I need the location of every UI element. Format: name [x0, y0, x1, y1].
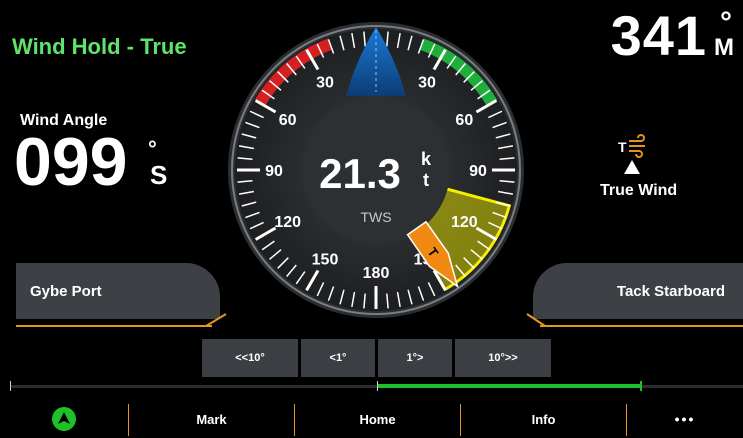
navigation-arrow-icon	[52, 407, 76, 431]
wind-gauge: 306090120150180306090120150 T 21.3 k t T…	[228, 22, 524, 318]
port-angle-label: 120	[274, 214, 301, 231]
port-angle-label: 150	[312, 251, 339, 268]
tws-unit-bottom: t	[423, 170, 429, 190]
gybe-port-button[interactable]: Gybe Port	[16, 263, 220, 319]
port-angle-label: 180	[363, 265, 390, 282]
gybe-underline	[16, 325, 212, 327]
true-wind-label: True Wind	[600, 182, 678, 199]
step-stbd-10-button[interactable]: 10°>>	[455, 339, 551, 377]
mode-title: Wind Hold - True	[12, 34, 187, 59]
heading-reference: M	[714, 34, 735, 61]
wind-angle-degree: °	[148, 136, 157, 161]
rudder-bar-tick-center	[377, 381, 378, 391]
port-angle-label: 60	[279, 112, 297, 129]
true-wind-icon[interactable]: T	[612, 134, 652, 184]
rudder-bar-fill	[378, 384, 640, 388]
tws-unit-top: k	[421, 149, 432, 169]
starboard-angle-label: 60	[455, 112, 473, 129]
starboard-angle-label: 120	[451, 214, 478, 231]
tack-starboard-button[interactable]: Tack Starboard	[533, 263, 743, 319]
step-port-10-button[interactable]: <<10°	[202, 339, 298, 377]
port-angle-label: 30	[316, 75, 334, 92]
tack-starboard-label: Tack Starboard	[616, 282, 725, 300]
port-angle-label: 90	[265, 163, 283, 180]
rudder-bar-tick-left	[10, 381, 11, 391]
step-stbd-1-button[interactable]: 1°>	[378, 339, 452, 377]
heading-value: 341	[610, 4, 707, 67]
nav-mark-button[interactable]: Mark	[129, 400, 294, 438]
starboard-angle-label: 30	[418, 75, 436, 92]
wind-angle-side: S	[150, 160, 168, 190]
gybe-port-label: Gybe Port	[30, 282, 102, 300]
gybe-corner	[206, 313, 227, 327]
rudder-bar-tick-right	[640, 381, 642, 391]
heading-readout: 341 ° M	[611, 8, 737, 64]
step-port-1-button[interactable]: <1°	[301, 339, 375, 377]
tack-corner	[526, 313, 546, 327]
wind-angle-value: 099	[14, 124, 128, 200]
tws-label: TWS	[360, 209, 391, 225]
tws-value: 21.3	[319, 150, 401, 197]
nav-more-button[interactable]: •••	[627, 400, 743, 438]
nav-home-button[interactable]: Home	[295, 400, 460, 438]
svg-text:T: T	[618, 139, 627, 155]
nav-autopilot-button[interactable]	[0, 400, 128, 438]
starboard-angle-label: 90	[469, 163, 487, 180]
tack-underline	[540, 325, 743, 327]
nav-info-button[interactable]: Info	[461, 400, 626, 438]
